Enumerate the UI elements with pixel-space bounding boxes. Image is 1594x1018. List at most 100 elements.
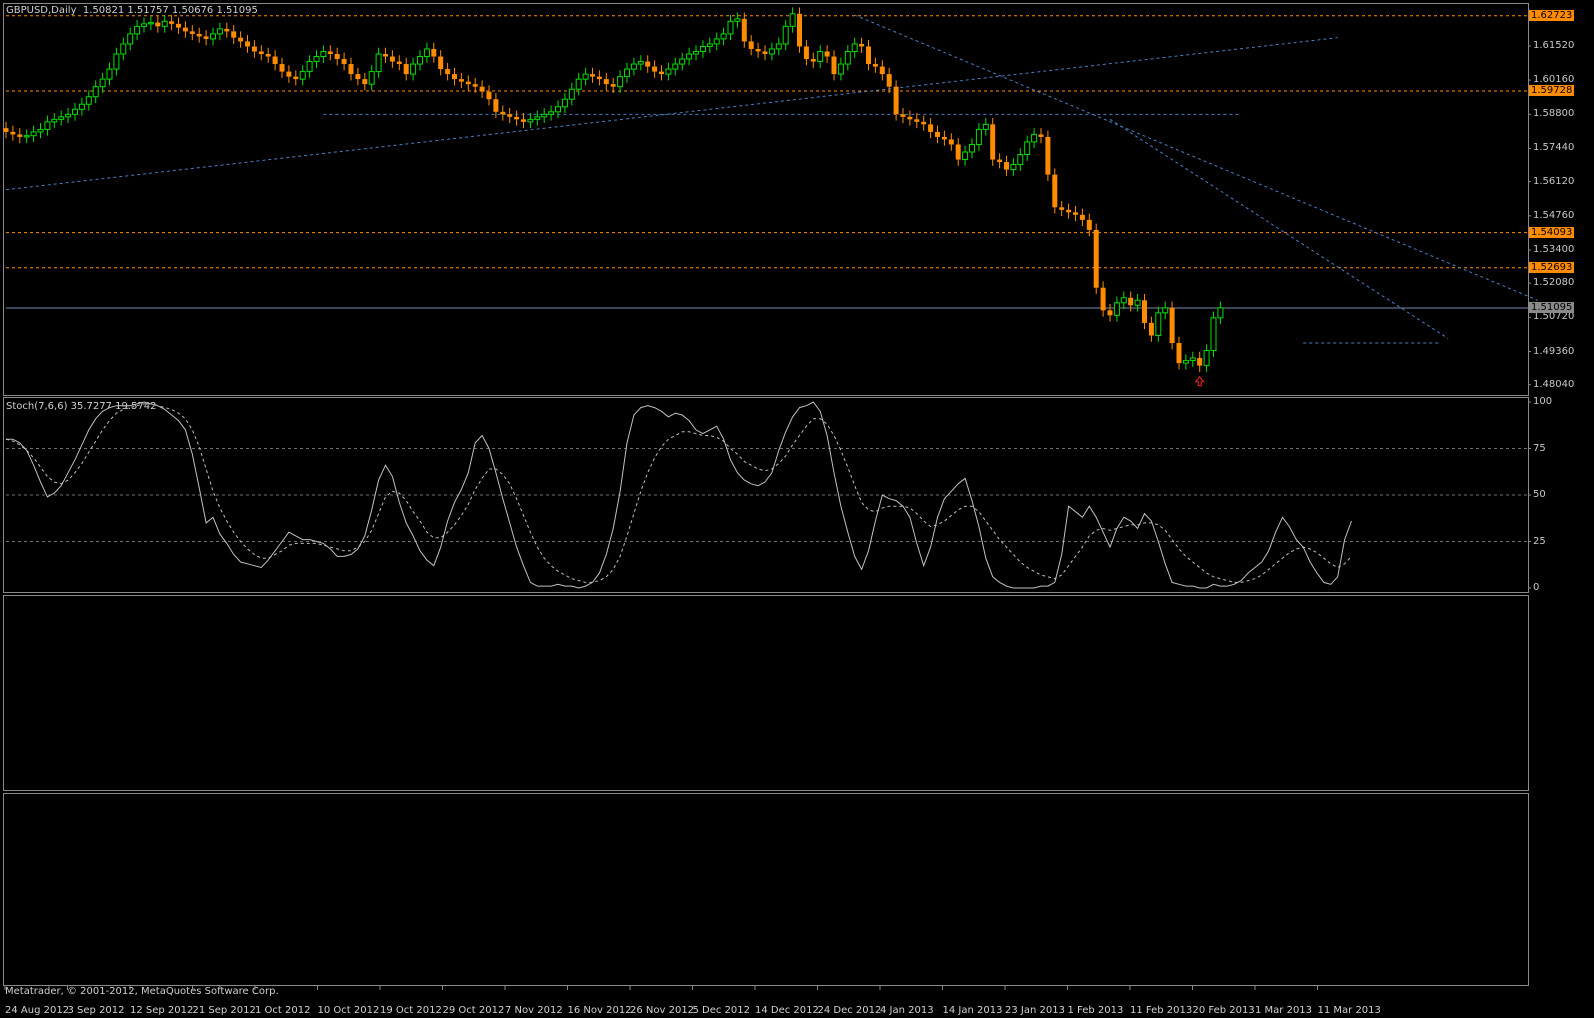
candle-body-bear [224,28,230,32]
candle-body-bear [797,13,802,47]
candle-body-bear [1052,174,1058,208]
candle-body-bear [748,41,754,49]
candle-body-bear [886,74,892,87]
candle-body-bear [493,99,499,112]
candle-body-bull [216,28,223,35]
candle-body-bull [423,48,430,58]
candle-body-bull [58,116,65,120]
candle-body-bear [348,64,354,75]
price-tick-label: 1.57440 [1533,142,1575,154]
candle-body-bull [417,56,423,65]
date-axis-label: 1 Mar 2013 [1255,1005,1313,1016]
candle-body-bear [755,48,761,52]
candle-body-bull [210,33,216,40]
level-price-tag: 1.52693 [1529,261,1575,273]
price-tick-label: 1.54760 [1533,209,1575,221]
date-axis-label: 4 Jan 2013 [880,1005,934,1016]
candle-body-bear [251,46,257,52]
candle-body-bull [78,103,85,110]
candle-body-bear [990,124,996,160]
date-axis-label: 26 Nov 2012 [630,1005,695,1016]
candle-body-bull [768,48,775,55]
stoch-tick-label: 0 [1533,582,1540,593]
candle-body-bear [1059,207,1065,210]
candle-body-bull [1162,307,1169,314]
candle-body-bear [907,116,913,120]
level-price-tag: 1.59728 [1529,84,1575,96]
candle-body-bull [1203,350,1210,367]
date-axis-label: 1 Oct 2012 [255,1005,311,1016]
candle-body-bull [410,63,417,75]
candle-body-bull [962,151,969,161]
candle-body-bull [1017,154,1024,166]
trendline [1109,118,1449,339]
candle-body-bull [679,58,686,65]
candle-body-bear [472,84,478,87]
candle-body-bull [837,63,844,75]
candle-body-bear [824,51,830,57]
candle-body-bear [507,114,513,117]
candle-body-bull [320,50,327,58]
date-axis-label: 20 Feb 2013 [1192,1005,1255,1016]
date-axis-label: 10 Oct 2012 [317,1005,380,1016]
candle-body-bear [341,59,347,65]
buy-signal-arrow-icon [1194,375,1205,387]
candle-body-bull [817,50,824,63]
candle-body-bear [293,76,299,80]
candle-body-bull [527,118,534,123]
candle-body-bear [1107,310,1113,316]
date-axis-label: 16 Nov 2012 [567,1005,632,1016]
date-axis-label: 29 Oct 2012 [442,1005,505,1016]
stoch-tick-label: 75 [1533,442,1546,454]
candle-body-bear [258,51,264,55]
date-axis-label: 24 Dec 2012 [817,1005,882,1016]
candle-body-bear [1148,322,1154,336]
candle-body-bear [1038,134,1044,137]
date-axis-label: 3 Sep 2012 [67,1005,125,1016]
date-axis-label: 5 Dec 2012 [692,1005,751,1016]
date-axis-label: 19 Oct 2012 [380,1005,442,1016]
candle-body-bear [900,114,906,117]
candle-body-bull [1210,317,1217,352]
candle-body-bear [355,74,361,80]
candle-body-bear [741,18,747,42]
candle-body-bull [92,86,99,98]
candle-body-bull [134,25,141,35]
candle-body-bear [831,56,837,75]
candle-body-bear [762,51,768,55]
candle-body-bull [161,20,168,27]
candle-body-bear [803,46,809,60]
candle-body-bear [383,54,388,57]
candle-body-bear [17,134,23,137]
candle-body-bear [182,27,188,32]
candle-body-bear [486,91,492,100]
candle-body-bull [637,61,644,65]
price-tick-label: 1.48040 [1533,378,1575,390]
date-axis-label: 23 Jan 2013 [1005,1005,1065,1016]
candle-body-bear [1045,136,1051,175]
candle-body-bear [521,119,526,122]
candle-body-bear [514,116,520,120]
candle-body-bear [465,81,471,85]
candle-body-bear [893,86,899,115]
candle-body-bear [155,22,161,27]
candle-body-bear [928,124,934,132]
candle-body-bull [582,73,589,80]
candle-body-bear [452,74,457,80]
date-axis-label: 14 Jan 2013 [942,1005,1003,1016]
candle-body-bear [1169,307,1175,343]
candle-body-bear [265,54,271,57]
candle-body-bull [51,118,58,123]
candle-body-bull [789,13,796,27]
candle-body-bear [245,41,250,47]
candle-body-bull [734,18,741,22]
candle-body-bull [782,25,789,45]
candle-body-bull [561,98,568,108]
candle-body-bear [10,131,16,135]
candle-body-bear [389,56,395,62]
candle-body-bull [44,121,51,130]
candle-body-bear [997,159,1003,163]
date-axis-label: 24 Aug 2012 [5,1005,70,1016]
stoch-tick-label: 25 [1533,535,1546,547]
candle-body-bear [941,136,947,140]
